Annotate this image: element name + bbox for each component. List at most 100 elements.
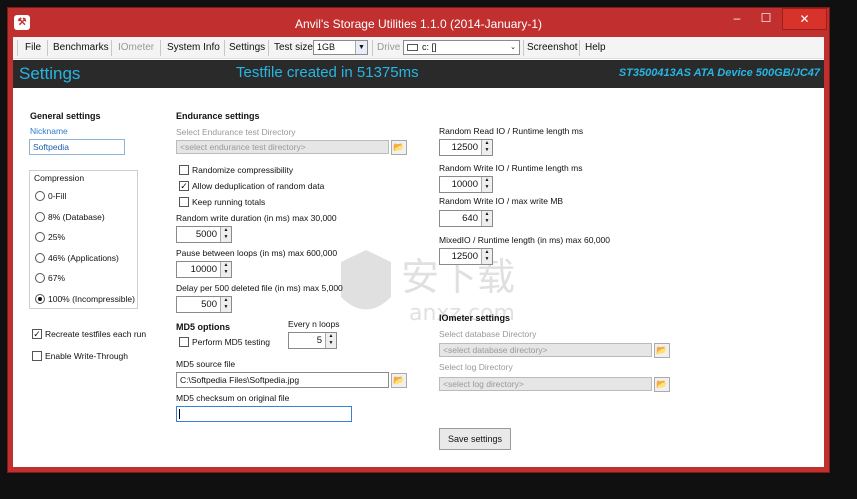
client-area: File Benchmarks IOmeter System Info Sett… [13,37,824,467]
spinner-arrows-icon[interactable]: ▲ ▼ [481,177,492,192]
menu-settings[interactable]: Settings [229,42,265,53]
write-through-checkbox[interactable] [32,351,42,361]
drive-label: Drive [377,42,401,53]
menu-separator [111,40,112,56]
folder-open-icon[interactable]: 📂 [391,373,407,388]
nickname-input[interactable]: Softpedia [29,139,125,155]
menu-separator [160,40,161,56]
compression-radio[interactable] [35,211,45,222]
randomize-compressibility-label: Randomize compressibility [192,165,294,175]
drive-icon [407,44,418,51]
device-label: ST3500413AS ATA Device 500GB/JC47 [618,67,820,79]
save-settings-button[interactable]: Save settings [439,428,511,450]
close-button[interactable]: ✕ [782,8,827,30]
log-dir-label: Select log Directory [439,362,513,372]
spinner-arrows-icon[interactable]: ▲ ▼ [481,249,492,264]
delay-per-500-value: 500 [201,299,217,310]
compression-radio[interactable] [35,191,45,201]
random-read-runtime-value: 12500 [451,142,478,153]
randomize-compressibility-checkbox[interactable] [179,165,189,175]
delay-per-500-spinner[interactable]: 500 ▲ ▼ [176,296,232,313]
menu-help[interactable]: Help [585,42,606,53]
test-size-label: Test size [274,42,313,53]
random-write-duration-label: Random write duration (in ms) max 30,000 [176,213,337,223]
mixed-io-runtime-spinner[interactable]: 12500 ▲ ▼ [439,248,493,265]
menu-system-info[interactable]: System Info [167,42,220,53]
text-caret [179,409,180,419]
menu-iometer[interactable]: IOmeter [118,42,154,53]
every-n-loops-spinner[interactable]: 5 ▲ ▼ [288,332,337,349]
md5-source-input[interactable]: C:\Softpedia Files\Softpedia.jpg [176,372,389,388]
spinner-arrows-icon[interactable]: ▲ ▼ [325,333,336,348]
random-write-runtime-spinner[interactable]: 10000 ▲ ▼ [439,176,493,193]
folder-open-icon[interactable]: 📂 [654,377,670,392]
pause-between-loops-spinner[interactable]: 10000 ▲ ▼ [176,261,232,278]
mixed-io-runtime-value: 12500 [451,251,478,262]
endurance-dir-label: Select Endurance test Directory [176,127,296,137]
random-write-runtime-value: 10000 [451,179,478,190]
endurance-settings-heading: Endurance settings [176,111,260,121]
folder-open-icon[interactable]: 📂 [391,140,407,155]
nickname-label: Nickname [30,126,68,136]
chevron-down-icon: ⌄ [507,41,519,54]
compression-option-label: 0-Fill [48,191,67,201]
spinner-arrows-icon[interactable]: ▲ ▼ [481,140,492,155]
allow-dedup-label: Allow deduplication of random data [192,181,325,191]
folder-open-icon[interactable]: 📂 [654,343,670,358]
menu-separator [47,40,48,56]
menu-screenshot[interactable]: Screenshot [527,42,578,53]
minimize-button[interactable]: – [724,8,750,30]
general-settings-heading: General settings [30,111,101,121]
compression-radio[interactable] [35,294,45,304]
compression-option-label: 46% (Applications) [48,252,119,263]
menu-file[interactable]: File [25,42,41,53]
drive-value: c: [] [422,42,437,52]
random-read-runtime-spinner[interactable]: 12500 ▲ ▼ [439,139,493,156]
page-title: Settings [19,64,81,83]
spinner-arrows-icon[interactable]: ▲ ▼ [220,262,231,277]
log-dir-input[interactable]: <select log directory> [439,377,652,391]
header-strip: Settings Testfile created in 51375ms ST3… [13,60,824,88]
md5-checksum-input[interactable] [176,406,352,422]
md5-source-label: MD5 source file [176,359,236,369]
write-through-label: Enable Write-Through [45,351,128,361]
keep-running-totals-checkbox[interactable] [179,197,189,207]
menu-separator [523,40,524,56]
recreate-testfiles-label: Recreate testfiles each run [45,329,147,339]
random-write-runtime-label: Random Write IO / Runtime length ms [439,163,583,173]
pause-between-loops-label: Pause between loops (in ms) max 600,000 [176,248,338,258]
app-window: ⚒ Anvil's Storage Utilities 1.1.0 (2014-… [7,7,830,473]
test-size-select[interactable]: 1GB ▼ [313,40,368,55]
compression-option-label: 67% [48,273,66,284]
compression-option-label: 100% (Incompressible) [48,294,135,304]
random-write-duration-value: 5000 [195,229,217,240]
recreate-testfiles-checkbox[interactable]: ✓ [32,329,42,339]
spinner-arrows-icon[interactable]: ▲ ▼ [481,211,492,226]
perform-md5-checkbox[interactable] [179,337,189,347]
keep-running-totals-label: Keep running totals [192,197,266,207]
random-read-runtime-label: Random Read IO / Runtime length ms [439,126,584,136]
random-write-duration-spinner[interactable]: 5000 ▲ ▼ [176,226,232,243]
random-write-max-mb-spinner[interactable]: 640 ▲ ▼ [439,210,493,227]
compression-radio[interactable] [35,252,45,263]
menu-grip [17,40,18,56]
maximize-button[interactable]: ☐ [753,8,779,30]
endurance-dir-input[interactable]: <select endurance test directory> [176,140,389,154]
menu-benchmarks[interactable]: Benchmarks [53,42,109,53]
spinner-arrows-icon[interactable]: ▲ ▼ [220,297,231,312]
spinner-arrows-icon[interactable]: ▲ ▼ [220,227,231,242]
random-write-max-mb-label: Random Write IO / max write MB [439,196,564,206]
perform-md5-label: Perform MD5 testing [192,337,270,347]
drive-select[interactable]: c: [] ⌄ [403,40,520,55]
status-text: Testfile created in 51375ms [236,64,419,81]
allow-dedup-checkbox[interactable]: ✓ [179,181,189,191]
test-size-value: 1GB [317,42,336,52]
mixed-io-runtime-label: MixedIO / Runtime length (in ms) max 60,… [439,235,611,245]
md5-options-heading: MD5 options [176,322,230,332]
delay-per-500-label: Delay per 500 deleted file (in ms) max 5… [176,283,343,293]
every-n-loops-label: Every n loops [288,319,340,329]
pause-between-loops-value: 10000 [190,264,217,275]
title-bar[interactable]: ⚒ Anvil's Storage Utilities 1.1.0 (2014-… [8,8,829,37]
menu-separator [268,40,269,56]
database-dir-input[interactable]: <select database directory> [439,343,652,357]
